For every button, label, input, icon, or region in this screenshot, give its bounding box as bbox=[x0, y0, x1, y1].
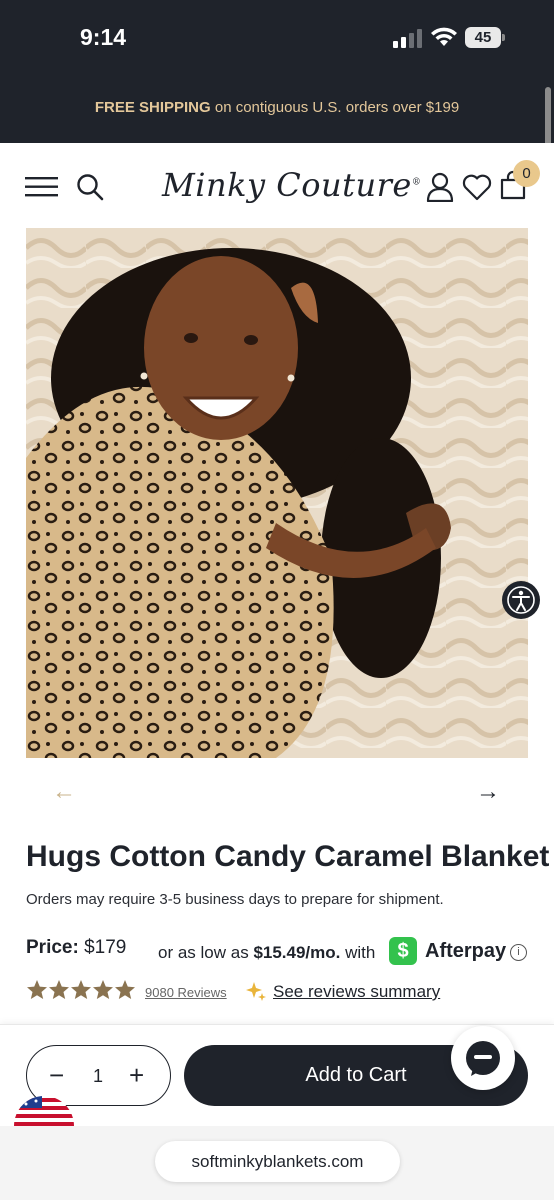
cart-count-badge[interactable]: 0 bbox=[513, 160, 540, 187]
battery-level: 45 bbox=[465, 27, 501, 48]
star-icon bbox=[27, 980, 47, 999]
star-icon bbox=[115, 980, 135, 999]
battery-icon: 45 bbox=[465, 27, 505, 48]
star-icon bbox=[49, 980, 69, 999]
accessibility-button[interactable] bbox=[502, 581, 540, 619]
info-icon[interactable]: i bbox=[510, 944, 527, 961]
gallery-prev-arrow[interactable]: ← bbox=[52, 778, 76, 806]
cash-app-icon: $ bbox=[389, 937, 417, 965]
promo-text: on contiguous U.S. orders over $199 bbox=[210, 99, 460, 116]
chat-icon bbox=[466, 1041, 500, 1076]
cellular-signal-icon bbox=[393, 29, 422, 48]
battery-tip bbox=[502, 34, 505, 41]
sparkle-icon bbox=[246, 982, 266, 1001]
afterpay-brand[interactable]: Afterpay bbox=[425, 940, 506, 963]
product-photo bbox=[26, 228, 528, 758]
heart-icon[interactable] bbox=[462, 174, 492, 201]
quantity-decrease-button[interactable]: − bbox=[49, 1062, 64, 1088]
url-bar[interactable]: softminkyblankets.com bbox=[155, 1141, 400, 1182]
price-label: Price: bbox=[26, 937, 79, 958]
search-icon[interactable] bbox=[76, 173, 104, 201]
price: Price: $179 bbox=[26, 937, 126, 959]
installment-amount: $15.49/mo. bbox=[253, 943, 341, 962]
installment-suffix: with bbox=[340, 943, 376, 962]
product-image[interactable] bbox=[26, 228, 528, 758]
wifi-icon bbox=[431, 27, 457, 46]
shipping-note: Orders may require 3-5 business days to … bbox=[26, 891, 444, 908]
star-icon bbox=[93, 980, 113, 999]
gallery-next-arrow[interactable]: → bbox=[476, 778, 500, 806]
status-time: 9:14 bbox=[80, 24, 127, 50]
chat-button[interactable] bbox=[451, 1026, 515, 1090]
promo-bold: FREE SHIPPING bbox=[94, 99, 211, 116]
registered-mark: ® bbox=[411, 177, 422, 188]
product-title: Hugs Cotton Candy Caramel Blanket bbox=[26, 840, 550, 873]
reviews-summary-link[interactable]: See reviews summary bbox=[273, 982, 440, 1002]
menu-icon[interactable] bbox=[25, 176, 59, 198]
quantity-value[interactable]: 1 bbox=[93, 1066, 103, 1087]
promo-banner[interactable]: FREE SHIPPING on contiguous U.S. orders … bbox=[0, 75, 554, 143]
installment-text: or as low as $15.49/mo. with bbox=[158, 943, 375, 963]
star-rating bbox=[27, 980, 135, 999]
account-icon[interactable] bbox=[426, 172, 454, 202]
quantity-increase-button[interactable]: + bbox=[129, 1062, 144, 1088]
us-flag-icon[interactable] bbox=[12, 1086, 76, 1126]
status-bar: 9:14 45 bbox=[0, 0, 554, 75]
installment-prefix: or as low as bbox=[158, 943, 254, 962]
price-value: $179 bbox=[84, 937, 127, 958]
star-icon bbox=[71, 980, 91, 999]
brand-name: Minky Couture bbox=[162, 166, 412, 204]
accessibility-icon bbox=[507, 586, 535, 614]
brand-logo[interactable]: Minky Couture® bbox=[162, 166, 421, 204]
reviews-link[interactable]: 9080 Reviews bbox=[145, 985, 227, 1000]
